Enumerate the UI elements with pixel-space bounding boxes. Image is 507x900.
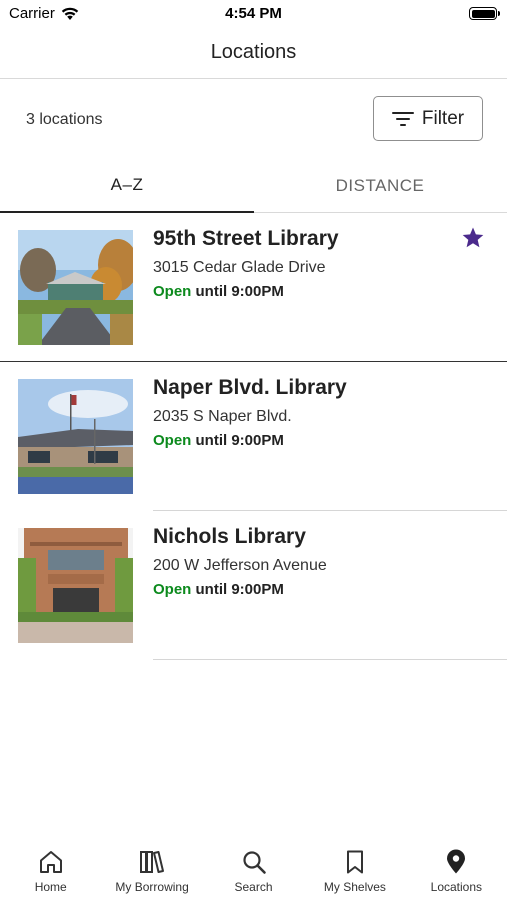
location-name: Naper Blvd. Library: [153, 376, 347, 399]
list-item[interactable]: 95th Street Library 3015 Cedar Glade Dri…: [0, 213, 507, 362]
hours-text: until 9:00PM: [195, 432, 284, 449]
filter-icon: [391, 111, 414, 126]
tab-a-z-label: A–Z: [110, 175, 144, 194]
home-icon: [39, 851, 62, 873]
location-photo: [18, 379, 133, 494]
list-item[interactable]: Naper Blvd. Library 2035 S Naper Blvd. O…: [0, 362, 507, 511]
list-item[interactable]: Nichols Library 200 W Jefferson Avenue O…: [0, 511, 507, 660]
location-hours: Open until 9:00PM: [153, 432, 284, 449]
filter-button-label: Filter: [421, 107, 465, 129]
tab-bar-my-borrowing[interactable]: My Borrowing: [101, 836, 202, 900]
page-title: Locations: [210, 41, 297, 63]
tab-bar-my-borrowing-label: My Borrowing: [115, 880, 189, 894]
location-photo: [18, 528, 133, 643]
favorite-star-icon[interactable]: [461, 226, 485, 250]
filter-button[interactable]: Filter: [373, 96, 483, 141]
open-status: Open: [153, 432, 192, 449]
hours-text: until 9:00PM: [195, 283, 284, 300]
divider: [153, 659, 507, 660]
books-icon: [140, 851, 165, 873]
open-status: Open: [153, 283, 192, 300]
location-address: 3015 Cedar Glade Drive: [153, 259, 326, 276]
status-time: 4:54 PM: [225, 5, 282, 22]
tab-bar-home-label: Home: [34, 880, 67, 894]
battery-icon: [469, 7, 500, 20]
bookmark-icon: [346, 850, 363, 874]
tab-distance[interactable]: DISTANCE: [253, 159, 507, 213]
open-status: Open: [153, 581, 192, 598]
tab-a-z[interactable]: A–Z: [0, 159, 254, 213]
tab-bar-my-shelves-label: My Shelves: [323, 880, 386, 894]
location-name: Nichols Library: [153, 525, 306, 548]
tab-bar-home[interactable]: Home: [0, 836, 101, 900]
location-pin-icon: [447, 849, 466, 874]
locations-list: 95th Street Library 3015 Cedar Glade Dri…: [0, 213, 507, 660]
navigation-bar: Locations: [0, 28, 507, 79]
tab-bar-locations-label: Locations: [430, 880, 483, 894]
tab-bar-locations[interactable]: Locations: [406, 836, 507, 900]
search-icon: [242, 851, 266, 874]
tab-bar-search[interactable]: Search: [203, 836, 304, 900]
location-name: 95th Street Library: [153, 227, 339, 250]
hours-text: until 9:00PM: [195, 581, 284, 598]
location-address: 200 W Jefferson Avenue: [153, 557, 327, 574]
tab-distance-label: DISTANCE: [335, 176, 425, 195]
locations-count: 3 locations: [26, 111, 103, 128]
tab-bar-search-label: Search: [234, 880, 273, 894]
tab-bar-my-shelves[interactable]: My Shelves: [304, 836, 405, 900]
sort-tabs: A–Z DISTANCE: [0, 159, 507, 213]
location-hours: Open until 9:00PM: [153, 283, 284, 300]
location-photo: [18, 230, 133, 345]
location-hours: Open until 9:00PM: [153, 581, 284, 598]
list-toolbar: 3 locations Filter: [0, 79, 507, 159]
bottom-tab-bar: Home My Borrowing Search My Shelves Loca…: [0, 836, 507, 900]
status-bar: Carrier 4:54 PM: [0, 0, 507, 28]
location-address: 2035 S Naper Blvd.: [153, 408, 292, 425]
